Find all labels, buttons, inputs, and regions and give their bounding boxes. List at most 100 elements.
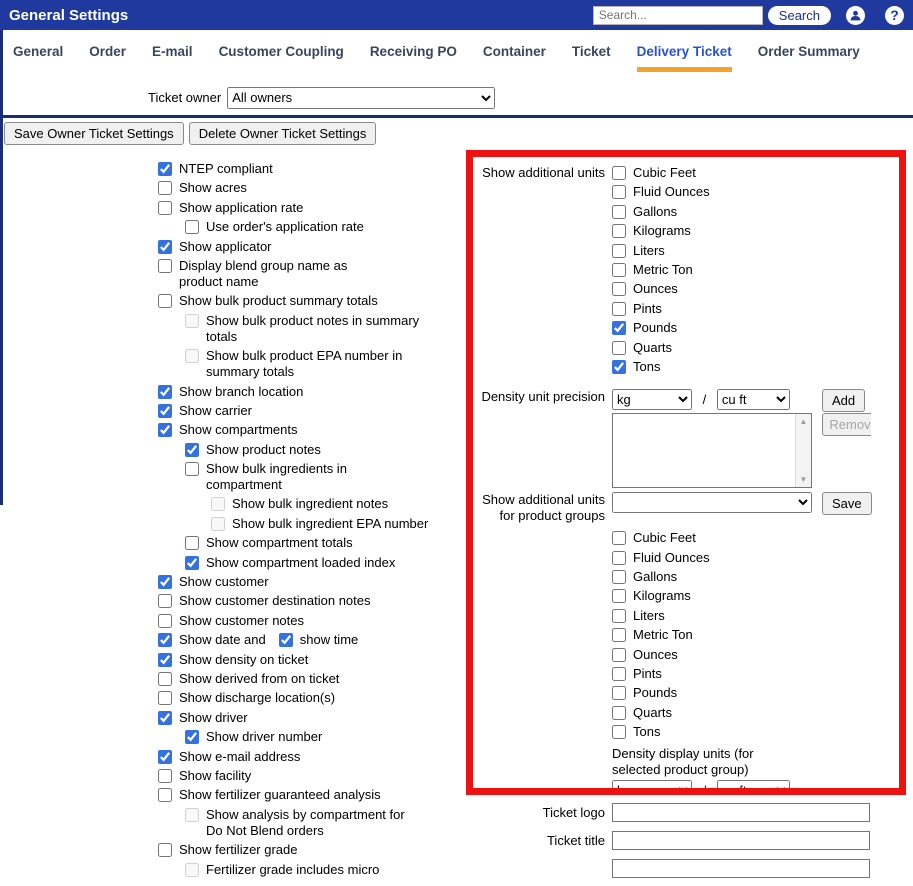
add-button[interactable]: Add bbox=[822, 389, 865, 412]
unit-row: Gallons bbox=[612, 204, 899, 220]
setting-label: Show carrier bbox=[179, 403, 252, 419]
setting-checkbox-ntep-compliant[interactable] bbox=[158, 162, 172, 176]
setting-checkbox-show-compartment-loaded-index[interactable] bbox=[185, 556, 199, 570]
user-icon[interactable] bbox=[846, 6, 865, 25]
pg-unit-checkbox-pounds[interactable] bbox=[612, 686, 626, 700]
unit-checkbox-pints[interactable] bbox=[612, 302, 626, 316]
setting-label: Display blend group name as product name bbox=[179, 258, 347, 290]
setting-checkbox-show-bulk-ingredient-notes bbox=[211, 497, 225, 511]
setting-checkbox-show-date-and[interactable] bbox=[158, 633, 172, 647]
setting-checkbox-show-acres[interactable] bbox=[158, 181, 172, 195]
pg-unit-checkbox-quarts[interactable] bbox=[612, 706, 626, 720]
listbox-scrollbar[interactable]: ▲ ▼ bbox=[795, 414, 811, 487]
setting-checkbox-show-discharge-location-s[interactable] bbox=[158, 691, 172, 705]
pg-unit-row: Fluid Ounces bbox=[612, 550, 899, 566]
unit-label: Cubic Feet bbox=[633, 165, 696, 181]
setting-checkbox-show-time[interactable] bbox=[279, 633, 293, 647]
field-row-ticket-logo: Ticket logo bbox=[473, 802, 870, 822]
ticket-owner-select[interactable]: All owners bbox=[227, 87, 495, 109]
delete-owner-ticket-settings-button[interactable]: Delete Owner Ticket Settings bbox=[189, 122, 377, 145]
display-numerator-select[interactable]: kg bbox=[612, 780, 692, 795]
unit-checkbox-quarts[interactable] bbox=[612, 341, 626, 355]
unit-checkbox-metric-ton[interactable] bbox=[612, 263, 626, 277]
setting-checkbox-show-derived-from-on-ticket[interactable] bbox=[158, 672, 172, 686]
unit-checkbox-gallons[interactable] bbox=[612, 205, 626, 219]
unit-row: Tons bbox=[612, 359, 899, 375]
setting-checkbox-show-customer-notes[interactable] bbox=[158, 614, 172, 628]
setting-checkbox-show-customer[interactable] bbox=[158, 575, 172, 589]
density-numerator-select[interactable]: kg bbox=[612, 389, 692, 410]
display-denominator-select[interactable]: cu ft bbox=[717, 780, 790, 795]
pg-unit-label: Pints bbox=[633, 666, 662, 682]
ticket-title-input[interactable] bbox=[612, 831, 870, 850]
unit-checkbox-ounces[interactable] bbox=[612, 282, 626, 296]
search-button[interactable]: Search bbox=[768, 6, 831, 25]
unit-checkbox-liters[interactable] bbox=[612, 244, 626, 258]
tab-receiving-po[interactable]: Receiving PO bbox=[370, 44, 457, 72]
setting-checkbox-show-e-mail-address[interactable] bbox=[158, 750, 172, 764]
setting-checkbox-show-facility[interactable] bbox=[158, 769, 172, 783]
tab-ticket[interactable]: Ticket bbox=[572, 44, 611, 72]
tab-customer-coupling[interactable]: Customer Coupling bbox=[219, 44, 344, 72]
setting-checkbox-show-product-notes[interactable] bbox=[185, 443, 199, 457]
density-precision-listbox[interactable]: ▲ ▼ bbox=[612, 413, 812, 488]
pg-unit-checkbox-fluid-ounces[interactable] bbox=[612, 551, 626, 565]
setting-row: Show density on ticket bbox=[158, 652, 466, 668]
pg-unit-checkbox-metric-ton[interactable] bbox=[612, 628, 626, 642]
pg-unit-checkbox-liters[interactable] bbox=[612, 609, 626, 623]
unit-label: Pounds bbox=[633, 320, 677, 336]
setting-checkbox-show-density-on-ticket[interactable] bbox=[158, 653, 172, 667]
additional-units-checkbox-list: Cubic FeetFluid OuncesGallonsKilogramsLi… bbox=[612, 165, 899, 375]
save-owner-ticket-settings-button[interactable]: Save Owner Ticket Settings bbox=[4, 122, 184, 145]
setting-checkbox-display-blend-group-name-as-product-name[interactable] bbox=[158, 259, 172, 273]
field-row-ticket-title: Ticket title bbox=[473, 830, 870, 850]
pg-unit-checkbox-kilograms[interactable] bbox=[612, 589, 626, 603]
pg-unit-checkbox-cubic-feet[interactable] bbox=[612, 531, 626, 545]
tab-delivery-ticket[interactable]: Delivery Ticket bbox=[637, 44, 732, 72]
search-input[interactable] bbox=[593, 6, 763, 25]
pg-unit-checkbox-gallons[interactable] bbox=[612, 570, 626, 584]
pg-unit-checkbox-pints[interactable] bbox=[612, 667, 626, 681]
unit-checkbox-kilograms[interactable] bbox=[612, 224, 626, 238]
unit-slash-separator: / bbox=[703, 392, 707, 407]
setting-checkbox-show-applicator[interactable] bbox=[158, 240, 172, 254]
setting-checkbox-show-driver[interactable] bbox=[158, 711, 172, 725]
ticket-logo-input[interactable] bbox=[612, 803, 870, 822]
setting-checkbox-show-driver-number[interactable] bbox=[185, 730, 199, 744]
setting-checkbox-show-application-rate[interactable] bbox=[158, 201, 172, 215]
tab-order[interactable]: Order bbox=[89, 44, 126, 72]
setting-checkbox-show-bulk-ingredients-in-compartment[interactable] bbox=[185, 462, 199, 476]
density-display-units-label: Density display units (for selected prod… bbox=[612, 746, 899, 778]
save-button[interactable]: Save bbox=[822, 492, 872, 515]
tab-container[interactable]: Container bbox=[483, 44, 546, 72]
tab-order-summary[interactable]: Order Summary bbox=[758, 44, 860, 72]
pg-unit-row: Tons bbox=[612, 724, 899, 740]
unit-checkbox-pounds[interactable] bbox=[612, 321, 626, 335]
pg-unit-checkbox-ounces[interactable] bbox=[612, 648, 626, 662]
help-icon[interactable]: ? bbox=[885, 6, 904, 25]
unit-checkbox-tons[interactable] bbox=[612, 360, 626, 374]
unit-label: Kilograms bbox=[633, 223, 691, 239]
tab-general[interactable]: General bbox=[13, 44, 63, 72]
tab-e-mail[interactable]: E-mail bbox=[152, 44, 193, 72]
setting-checkbox-show-fertilizer-guaranteed-analysis[interactable] bbox=[158, 788, 172, 802]
setting-checkbox-show-branch-location[interactable] bbox=[158, 385, 172, 399]
setting-checkbox-show-fertilizer-grade[interactable] bbox=[158, 843, 172, 857]
setting-label: Show e-mail address bbox=[179, 749, 300, 765]
item-input[interactable] bbox=[612, 859, 870, 878]
setting-checkbox-show-bulk-product-notes-in-summary-totals bbox=[185, 314, 199, 328]
setting-checkbox-show-bulk-product-summary-totals[interactable] bbox=[158, 294, 172, 308]
unit-checkbox-cubic-feet[interactable] bbox=[612, 166, 626, 180]
scroll-up-icon[interactable]: ▲ bbox=[800, 417, 808, 426]
pg-unit-checkbox-tons[interactable] bbox=[612, 725, 626, 739]
density-denominator-select[interactable]: cu ft bbox=[717, 389, 790, 410]
setting-checkbox-use-order-s-application-rate[interactable] bbox=[185, 220, 199, 234]
unit-checkbox-fluid-ounces[interactable] bbox=[612, 185, 626, 199]
product-groups-select[interactable] bbox=[612, 492, 812, 513]
setting-checkbox-show-compartments[interactable] bbox=[158, 423, 172, 437]
setting-row: Show bulk ingredients in compartment bbox=[185, 461, 466, 493]
setting-checkbox-show-customer-destination-notes[interactable] bbox=[158, 594, 172, 608]
setting-checkbox-show-compartment-totals[interactable] bbox=[185, 536, 199, 550]
setting-checkbox-show-carrier[interactable] bbox=[158, 404, 172, 418]
scroll-down-icon[interactable]: ▼ bbox=[800, 475, 808, 484]
